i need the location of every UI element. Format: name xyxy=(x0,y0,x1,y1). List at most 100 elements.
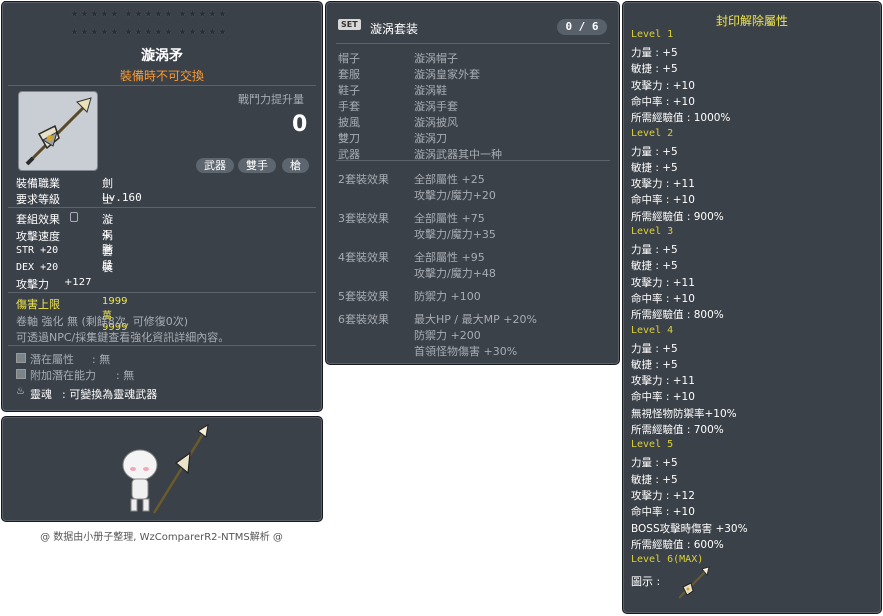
level-row: 要求等級 Lv.160 xyxy=(16,191,142,207)
seal-panel: 封印解除屬性 Level 1 力量 : +5 敏捷 : +5 攻擊力 : +10 命中率… xyxy=(622,1,882,614)
atk-label: 攻擊力 xyxy=(16,278,49,291)
seal-level-stat: 力量 : +5 xyxy=(631,457,678,470)
scroll-line: 卷軸 強化 無 (剩餘8次, 可修復0次) xyxy=(16,315,189,328)
set-piece-slot: 雙刀 xyxy=(338,132,360,145)
divider xyxy=(8,207,316,208)
seal-level-label: Level 3 xyxy=(631,226,674,237)
seal-level-stat: 敏捷 : +5 xyxy=(631,63,678,76)
seal-level-stat: 所需經驗值 : 700% xyxy=(631,424,724,436)
tag-spear: 槍 xyxy=(282,158,309,173)
seal-level-stat: 所需經驗值 : 900% xyxy=(631,210,724,223)
bonus-potential-icon xyxy=(16,369,26,379)
set-piece-slot: 帽子 xyxy=(338,52,360,65)
speed-value: 4階段 xyxy=(102,228,113,272)
seal-level-stat: 敏捷 : +5 xyxy=(631,260,678,273)
seal-level-stat: 所需經驗值 : 1000% xyxy=(631,112,731,125)
set-info-icon[interactable] xyxy=(70,212,78,222)
set-effect-line: 攻擊力/魔力+35 xyxy=(414,228,496,241)
flame-icon: ♨ xyxy=(16,386,25,397)
set-effect-line: 全部屬性 +95 xyxy=(414,251,485,264)
divider xyxy=(8,85,316,86)
potential-icon xyxy=(16,353,26,363)
set-badge: SET xyxy=(338,19,361,30)
set-piece-name: 漩涡刀 xyxy=(414,132,447,145)
seal-level-stat: 所需經驗值 : 800% xyxy=(631,309,724,322)
seal-level-stat: 敏捷 : +5 xyxy=(631,161,678,174)
set-piece-name: 漩涡手套 xyxy=(414,100,458,113)
seal-level-stat: 命中率 : +10 xyxy=(631,506,695,519)
damage-cap-label: 傷害上限 xyxy=(16,298,60,311)
bonus-potential-value: : 無 xyxy=(116,369,135,382)
seal-level-stat: 攻擊力 : +10 xyxy=(631,79,695,92)
power-label: 戰鬥力提升量 xyxy=(238,93,304,106)
seal-level-label: Level 2 xyxy=(631,127,674,139)
set-effect-label: 2套裝效果 xyxy=(338,173,389,186)
set-effect-line: 攻擊力/魔力+20 xyxy=(414,189,496,202)
set-piece-name: 漩涡鞋 xyxy=(414,84,447,97)
character-preview xyxy=(1,416,323,522)
seal-level-stat: 攻擊力 : +11 xyxy=(631,276,695,289)
divider xyxy=(8,345,316,346)
seal-level-stat: 力量 : +5 xyxy=(631,47,678,59)
seal-level-stat: 命中率 : +10 xyxy=(631,95,695,108)
set-effect-line: 全部屬性 +25 xyxy=(414,173,485,186)
atk-value: +127 xyxy=(64,277,92,288)
seal-level-label: Level 5 xyxy=(631,439,674,451)
speed-label: 攻擊速度 xyxy=(16,230,60,243)
item-tooltip: ★★★★★ ★★★★★ ★★★★★ ★★★★★ ★★★★★ ★★★★★ 漩涡矛 … xyxy=(1,1,323,412)
set-title: 漩涡套装 xyxy=(370,22,419,36)
set-piece-name: 漩涡皇家外套 xyxy=(414,68,480,81)
set-effect-line: 防禦力 +200 xyxy=(414,329,481,342)
potential-label: 潛在屬性 xyxy=(30,353,74,366)
seal-level-label: Level 4 xyxy=(631,324,674,336)
seal-level-stat: 所需經驗值 : 600% xyxy=(631,538,724,551)
trade-note: 裝備時不可交換 xyxy=(119,69,204,83)
soul-label: 靈魂 xyxy=(30,388,52,401)
credit-line: @ 数据由小册子整理, WzComparerR2-NTMS解析 @ xyxy=(40,532,283,543)
divider xyxy=(336,160,610,161)
set-piece-slot: 套服 xyxy=(338,68,360,81)
character-avatar xyxy=(122,424,209,514)
tag-two-handed: 雙手 xyxy=(238,158,276,173)
damage-cap-row: 傷害上限 1999萬 9999 xyxy=(16,296,127,333)
set-piece-slot: 披風 xyxy=(338,116,360,129)
speed-row: 攻擊速度 4階段 xyxy=(16,228,113,272)
set-effect-line: 最大HP / 最大MP +20% xyxy=(414,313,537,326)
soul-value: : 可變換為靈魂武器 xyxy=(62,388,158,401)
seal-icon-label: 圖示 : xyxy=(631,575,661,588)
set-piece-slot: 手套 xyxy=(338,100,360,113)
divider xyxy=(8,292,316,293)
seal-level-stat: 無視怪物防禦率+10% xyxy=(631,407,737,420)
str-stat: STR +20 xyxy=(16,245,59,256)
item-name: 漩涡矛 xyxy=(141,48,183,64)
set-effect-label: 5套裝效果 xyxy=(338,290,389,303)
spear-icon xyxy=(25,97,92,166)
atk-row: 攻擊力 +127 xyxy=(16,276,91,292)
potential-value: : 無 xyxy=(92,353,111,366)
set-effect-line: 全部屬性 +75 xyxy=(414,212,485,225)
seal-level-stat: 攻擊力 : +11 xyxy=(631,178,695,191)
seal-level-stat: 攻擊力 : +12 xyxy=(631,489,695,502)
set-piece-name: 漩涡帽子 xyxy=(414,52,458,65)
enhance-info-line: 可透過NPC/採集鍵查看強化資訊詳細內容。 xyxy=(16,331,230,344)
set-effect-line: 首領怪物傷害 +30% xyxy=(414,345,518,358)
set-count: 0 / 6 xyxy=(557,19,607,35)
seal-level-label: Level 6(MAX) xyxy=(631,554,704,566)
job-label: 裝備職業 xyxy=(16,177,60,190)
set-effect-label: 6套裝效果 xyxy=(338,313,389,326)
seal-level-stat: 命中率 : +10 xyxy=(631,391,695,404)
level-value: Lv.160 xyxy=(102,191,142,204)
seal-level-stat: 攻擊力 : +11 xyxy=(631,375,695,388)
seal-level-stat: 敏捷 : +5 xyxy=(631,473,678,486)
spear-icon xyxy=(678,566,710,599)
set-piece-slot: 鞋子 xyxy=(338,84,360,97)
set-effect-line: 攻擊力/魔力+48 xyxy=(414,267,496,280)
set-effect-label: 4套裝效果 xyxy=(338,251,389,264)
seal-level-stat: 力量 : +5 xyxy=(631,145,678,158)
seal-title: 封印解除屬性 xyxy=(715,14,788,28)
divider xyxy=(336,43,610,44)
dex-stat: DEX +20 xyxy=(16,262,59,273)
seal-level-stat: 敏捷 : +5 xyxy=(631,358,678,371)
set-piece-name: 漩涡披风 xyxy=(414,116,458,129)
seal-level-stat: 力量 : +5 xyxy=(631,342,678,355)
